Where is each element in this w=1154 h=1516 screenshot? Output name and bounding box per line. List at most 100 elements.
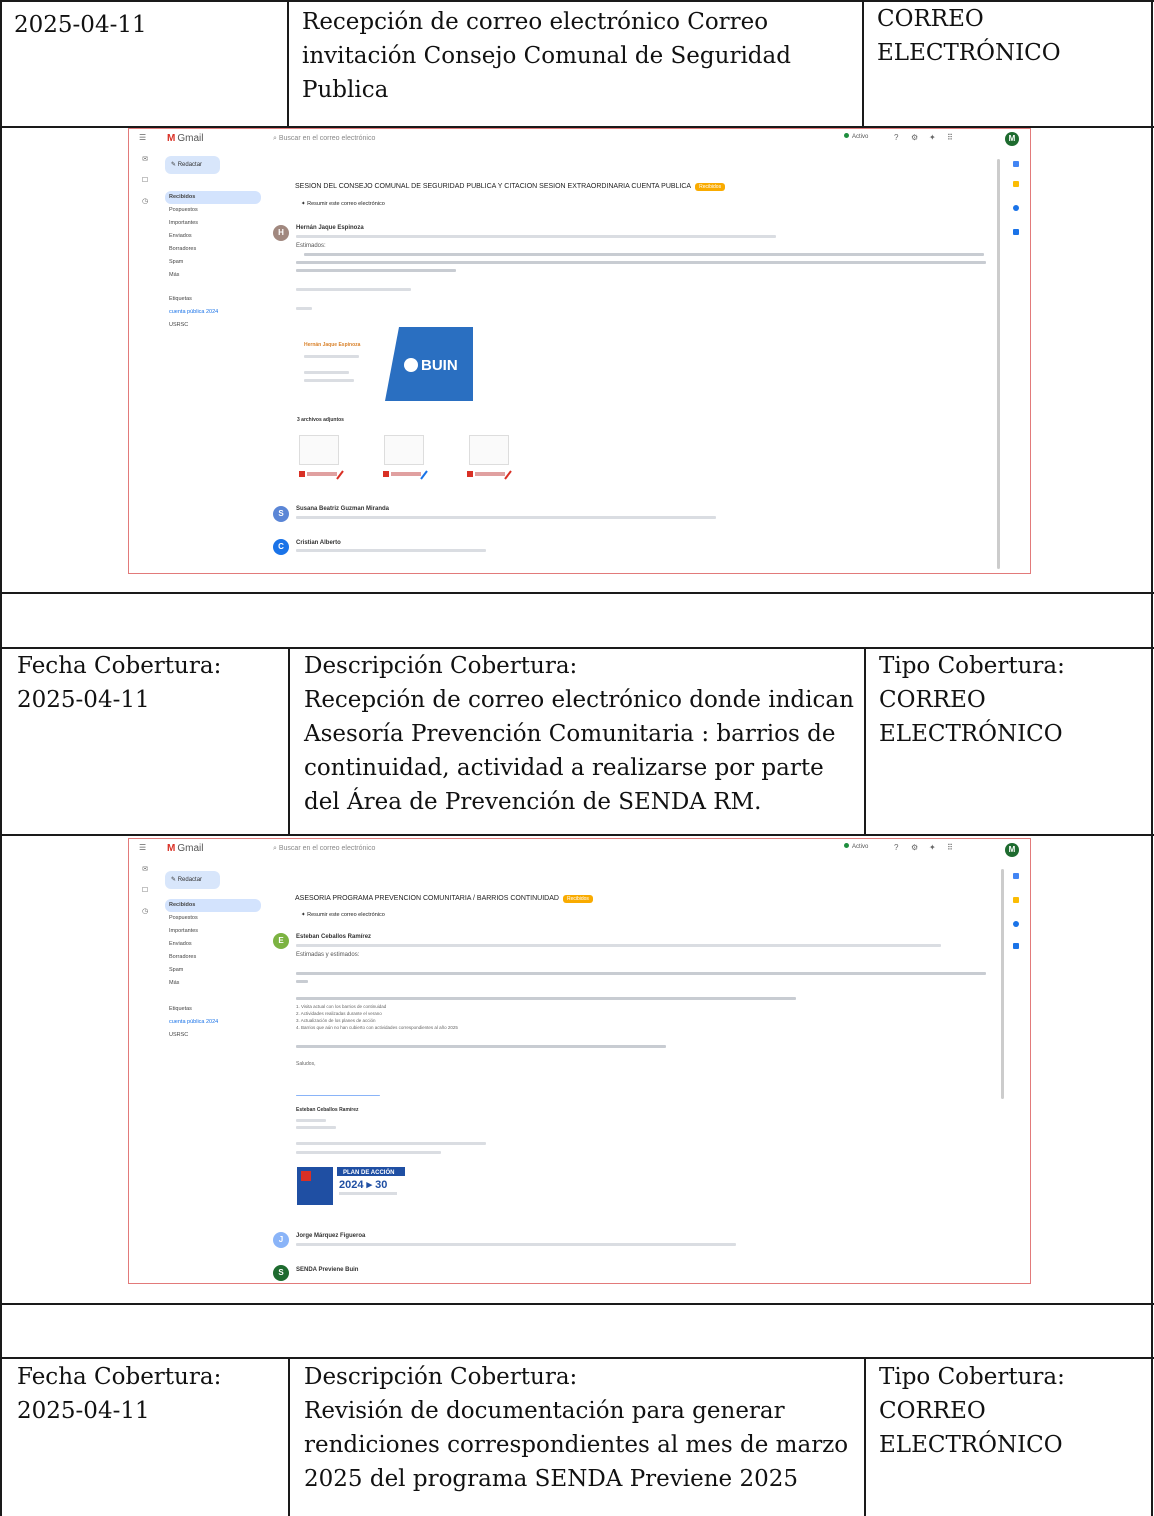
nav-item-more[interactable]: Más bbox=[165, 269, 261, 282]
table-border bbox=[0, 1303, 1154, 1305]
gear-icon[interactable]: ⚙ bbox=[911, 133, 918, 142]
table-border-left bbox=[0, 0, 2, 1516]
nav-item-drafts[interactable]: Borradores bbox=[165, 243, 261, 256]
mail-icon[interactable]: ✉ bbox=[135, 865, 155, 873]
body-line bbox=[296, 972, 986, 975]
label-tag[interactable]: Recibidos bbox=[695, 183, 726, 191]
closing-text: Saludos, bbox=[296, 1061, 316, 1067]
keep-icon[interactable] bbox=[1013, 897, 1019, 903]
row2-description-label: Descripción Cobertura: bbox=[304, 653, 578, 679]
gear-icon[interactable]: ⚙ bbox=[911, 843, 918, 852]
signature-divider bbox=[296, 1095, 380, 1096]
nav-item-important[interactable]: Importantes bbox=[165, 925, 261, 938]
column-divider bbox=[862, 0, 864, 128]
attachment-thumbnail[interactable] bbox=[384, 435, 424, 465]
nav-item-inbox[interactable]: Recibidos bbox=[165, 191, 261, 204]
greeting-text: Estimadas y estimados: bbox=[296, 952, 360, 958]
label-item[interactable]: USRSC bbox=[165, 1029, 261, 1042]
body-line bbox=[304, 253, 984, 256]
list-item: 4. Barrios que aún no han cubierto con a… bbox=[296, 1025, 458, 1030]
tasks-icon[interactable] bbox=[1013, 205, 1019, 211]
status-badge[interactable]: Activo bbox=[844, 133, 868, 140]
apps-icon[interactable]: ⠿ bbox=[947, 843, 953, 852]
snippet-line bbox=[296, 1243, 736, 1246]
summarize-button[interactable]: ✦ Resumir este correo electrónico bbox=[301, 912, 385, 918]
nav-item-more[interactable]: Más bbox=[165, 977, 261, 990]
calendar-icon[interactable] bbox=[1013, 161, 1019, 167]
nav-item-important[interactable]: Importantes bbox=[165, 217, 261, 230]
signature-line bbox=[296, 1142, 486, 1145]
attachment-thumbnail[interactable] bbox=[299, 435, 339, 465]
buin-logo: BUIN bbox=[385, 327, 473, 401]
column-divider bbox=[287, 0, 289, 128]
row1-description: Recepción de correo electrónico Correo i… bbox=[302, 9, 791, 103]
avatar[interactable]: M bbox=[1005, 132, 1019, 146]
label-item[interactable]: cuenta pública 2024 bbox=[165, 1016, 261, 1029]
chat-icon[interactable]: ☐ bbox=[135, 176, 155, 184]
calendar-icon[interactable] bbox=[1013, 873, 1019, 879]
row3-type: CORREO ELECTRÓNICO bbox=[879, 1398, 1063, 1458]
nav-item-inbox[interactable]: Recibidos bbox=[165, 899, 261, 912]
scrollbar[interactable] bbox=[997, 159, 1000, 569]
nav-item-snoozed[interactable]: Pospuestos bbox=[165, 912, 261, 925]
chat-icon[interactable]: ☐ bbox=[135, 886, 155, 894]
compose-button[interactable]: ✎ Redactar bbox=[165, 156, 220, 174]
column-divider bbox=[288, 1358, 290, 1516]
label-tag[interactable]: Recibidos bbox=[562, 895, 593, 903]
search-input[interactable]: ⌕ Buscar en el correo electrónico bbox=[267, 842, 567, 856]
gmail-logo: M Gmail bbox=[167, 133, 204, 144]
label-item[interactable]: cuenta pública 2024 bbox=[165, 306, 261, 319]
status-badge[interactable]: Activo bbox=[844, 843, 868, 850]
avatar: S bbox=[273, 1265, 289, 1281]
tasks-icon[interactable] bbox=[1013, 921, 1019, 927]
labels-list: Etiquetas cuenta pública 2024 USRSC bbox=[165, 1003, 261, 1042]
left-rail: ✉ ☐ ◷ bbox=[135, 155, 155, 218]
nav-item-snoozed[interactable]: Pospuestos bbox=[165, 204, 261, 217]
help-icon[interactable]: ? bbox=[894, 133, 898, 142]
scrollbar[interactable] bbox=[1001, 869, 1004, 1099]
signature-line bbox=[296, 1126, 336, 1129]
signature-line bbox=[296, 1119, 326, 1122]
left-rail: ✉ ☐ ◷ bbox=[135, 865, 155, 928]
keep-icon[interactable] bbox=[1013, 181, 1019, 187]
snippet-line bbox=[296, 549, 486, 552]
table-border-right bbox=[1151, 0, 1153, 1516]
row3-type-label: Tipo Cobertura: bbox=[879, 1364, 1065, 1390]
label-item[interactable]: USRSC bbox=[165, 319, 261, 332]
row2-description: Recepción de correo electrónico donde in… bbox=[304, 687, 854, 815]
signature-line bbox=[296, 1151, 441, 1154]
signature-line bbox=[304, 355, 359, 358]
avatar[interactable]: M bbox=[1005, 843, 1019, 857]
sender-name: Hernán Jaque Espinoza bbox=[296, 225, 364, 231]
contacts-icon[interactable] bbox=[1013, 229, 1019, 235]
apps-icon[interactable]: ⠿ bbox=[947, 133, 953, 142]
compose-button[interactable]: ✎ Redactar bbox=[165, 871, 220, 889]
gmail-topbar: ☰ M Gmail ⌕ Buscar en el correo electróni… bbox=[129, 839, 1030, 861]
plan-title: PLAN DE ACCIÓN bbox=[343, 1168, 394, 1176]
email-screenshot-2: ☰ M Gmail ⌕ Buscar en el correo electróni… bbox=[128, 838, 1031, 1284]
email-screenshot-1: ☰ M Gmail ⌕ Buscar en el correo electróni… bbox=[128, 128, 1031, 574]
avatar: S bbox=[273, 506, 289, 522]
nav-item-drafts[interactable]: Borradores bbox=[165, 951, 261, 964]
attachment-thumbnail[interactable] bbox=[469, 435, 509, 465]
table-border bbox=[0, 592, 1154, 594]
mail-icon[interactable]: ✉ bbox=[135, 155, 155, 163]
search-input[interactable]: ⌕ Buscar en el correo electrónico bbox=[267, 132, 567, 146]
row3-description: Revisión de documentación para generar r… bbox=[304, 1398, 849, 1492]
plan-years: 2024 ▸ 30 bbox=[339, 1179, 387, 1191]
contacts-icon[interactable] bbox=[1013, 943, 1019, 949]
nav-item-spam[interactable]: Spam bbox=[165, 964, 261, 977]
sparkle-icon[interactable]: ✦ bbox=[929, 133, 936, 142]
menu-icon: ☰ bbox=[139, 843, 147, 852]
column-divider bbox=[288, 648, 290, 835]
nav-item-sent[interactable]: Enviados bbox=[165, 938, 261, 951]
nav-item-sent[interactable]: Enviados bbox=[165, 230, 261, 243]
meet-icon[interactable]: ◷ bbox=[135, 197, 155, 205]
help-icon[interactable]: ? bbox=[894, 843, 898, 852]
plan-accion-logo: PLAN DE ACCIÓN 2024 ▸ 30 bbox=[297, 1167, 405, 1205]
nav-item-spam[interactable]: Spam bbox=[165, 256, 261, 269]
body-line bbox=[296, 261, 986, 264]
summarize-button[interactable]: ✦ Resumir este correo electrónico bbox=[301, 201, 385, 207]
meet-icon[interactable]: ◷ bbox=[135, 907, 155, 915]
sparkle-icon[interactable]: ✦ bbox=[929, 843, 936, 852]
